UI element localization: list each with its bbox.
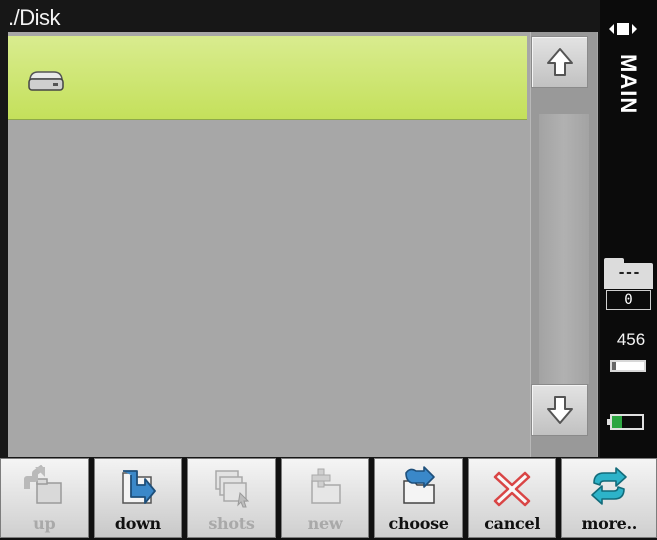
choose-button[interactable]: choose [374,458,463,538]
new-folder-icon [311,468,341,504]
folder-up-icon [24,465,63,504]
file-list-item-selected[interactable] [8,36,527,120]
choose-icon [402,466,435,504]
new-button-label: new [307,514,343,533]
folder-counter: --- 0 [604,258,653,311]
scroll-up-button[interactable] [531,36,588,88]
choose-button-label: choose [388,514,449,533]
battery-level-fill [612,416,622,428]
memory-gauge [610,360,646,372]
memory-value: 456 [616,330,646,349]
memory-gauge-fill [612,362,616,370]
arrow-down-icon [546,396,573,424]
cancel-button[interactable]: cancel [467,458,557,538]
status-side-panel: MAIN --- 0 456 [600,0,657,460]
scrollbar-thumb[interactable] [539,114,589,384]
shots-button-label: shots [208,514,255,533]
more-button-label: more.. [581,514,638,533]
cancel-x-icon [493,471,531,507]
folder-marker: --- [617,265,640,281]
shots-button[interactable]: shots [187,458,276,538]
drive-icon [28,71,64,91]
path-title: ./Disk [8,5,61,30]
up-button[interactable]: up [0,458,89,538]
mode-label: MAIN [616,53,641,115]
screenshots-icon [215,470,250,508]
battery-icon [607,414,644,430]
more-button[interactable]: more.. [561,458,657,538]
down-button-label: down [114,514,161,533]
bottom-toolbar: up down shots new choose cancel more.. [0,458,657,540]
arrow-up-icon [546,48,573,76]
mode-switch-icon[interactable] [608,22,638,36]
folder-down-icon [122,470,156,504]
up-button-label: up [33,514,56,533]
file-list-panel[interactable] [8,32,598,457]
cancel-button-label: cancel [484,514,541,533]
scroll-down-button[interactable] [531,384,588,436]
file-browser-screen: ./Disk MAIN --- 0 456 up down shots new … [0,0,657,540]
more-arrows-icon [591,467,628,505]
new-button[interactable]: new [280,458,370,538]
down-button[interactable]: down [93,458,183,538]
folder-count: 0 [606,290,651,310]
